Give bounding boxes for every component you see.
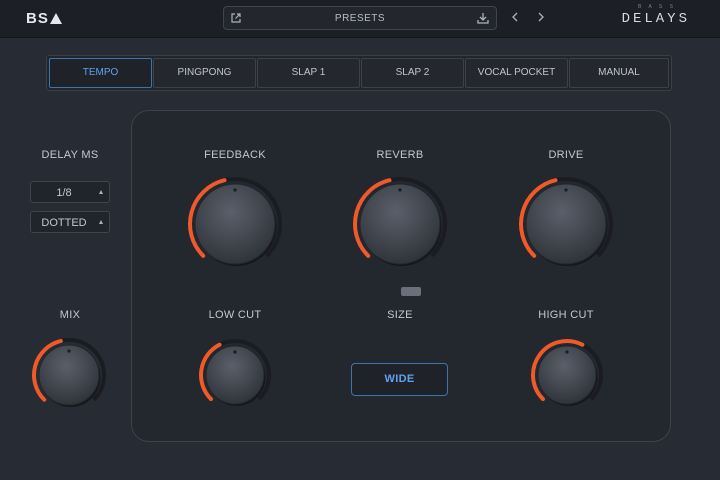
knob-body[interactable]: [205, 345, 265, 405]
next-arrow-icon[interactable]: [537, 12, 545, 22]
feedback-label: FEEDBACK: [204, 149, 266, 161]
wide-button[interactable]: WIDE: [351, 363, 448, 396]
delay-mode-value: DOTTED: [41, 217, 87, 229]
tab-vocal-pocket[interactable]: VOCAL POCKET: [465, 58, 568, 88]
prev-arrow-icon[interactable]: [511, 12, 519, 22]
knob-body[interactable]: [537, 345, 597, 405]
delay-mode-select[interactable]: DOTTED: [30, 211, 110, 233]
knob-indicator-dot: [398, 188, 402, 192]
tab-slap-1[interactable]: SLAP 1: [257, 58, 360, 88]
drive-label: DRIVE: [548, 149, 584, 161]
drive-knob[interactable]: [518, 176, 614, 272]
low-cut-knob[interactable]: [198, 338, 272, 412]
knob-body[interactable]: [525, 183, 607, 265]
high-cut-knob[interactable]: [530, 338, 604, 412]
presets-selector[interactable]: PRESETS: [223, 6, 497, 30]
tab-slap-2[interactable]: SLAP 2: [361, 58, 464, 88]
knob-body[interactable]: [359, 183, 441, 265]
brand-subtitle: B A S S: [638, 4, 676, 10]
mix-knob[interactable]: [31, 337, 107, 413]
reverb-label: REVERB: [376, 149, 424, 161]
presets-label: PRESETS: [334, 13, 386, 24]
tab-tempo[interactable]: TEMPO: [49, 58, 152, 88]
mix-label: MIX: [59, 309, 81, 321]
knob-body[interactable]: [194, 183, 276, 265]
knob-indicator-dot: [565, 350, 569, 354]
caret-up-icon: [99, 190, 103, 194]
logo-text: BS: [26, 10, 49, 27]
size-label: SIZE: [387, 309, 413, 321]
caret-up-icon: [99, 220, 103, 224]
delay-ms-label: DELAY MS: [41, 149, 99, 161]
high-cut-label: HIGH CUT: [538, 309, 594, 321]
tab-pingpong[interactable]: PINGPONG: [153, 58, 256, 88]
logo: BS: [26, 10, 62, 27]
tab-manual[interactable]: MANUAL: [569, 58, 669, 88]
delay-division-select[interactable]: 1/8: [30, 181, 110, 203]
top-bar: BS PRESETS B A S S DELAYS: [0, 0, 720, 38]
download-icon[interactable]: [476, 11, 490, 25]
knob-indicator-dot: [67, 349, 71, 353]
low-cut-label: LOW CUT: [208, 309, 262, 321]
logo-triangle-icon: [49, 13, 62, 24]
brand-title: DELAYS: [621, 11, 690, 27]
knob-indicator-dot: [233, 188, 237, 192]
reverb-knob[interactable]: [352, 176, 448, 272]
feedback-knob[interactable]: [187, 176, 283, 272]
preset-tabs: TEMPO PINGPONG SLAP 1 SLAP 2 VOCAL POCKE…: [46, 55, 672, 91]
delay-division-value: 1/8: [56, 187, 72, 199]
size-toggle[interactable]: [401, 287, 421, 296]
knob-indicator-dot: [564, 188, 568, 192]
knob-indicator-dot: [233, 350, 237, 354]
knob-body[interactable]: [38, 344, 100, 406]
